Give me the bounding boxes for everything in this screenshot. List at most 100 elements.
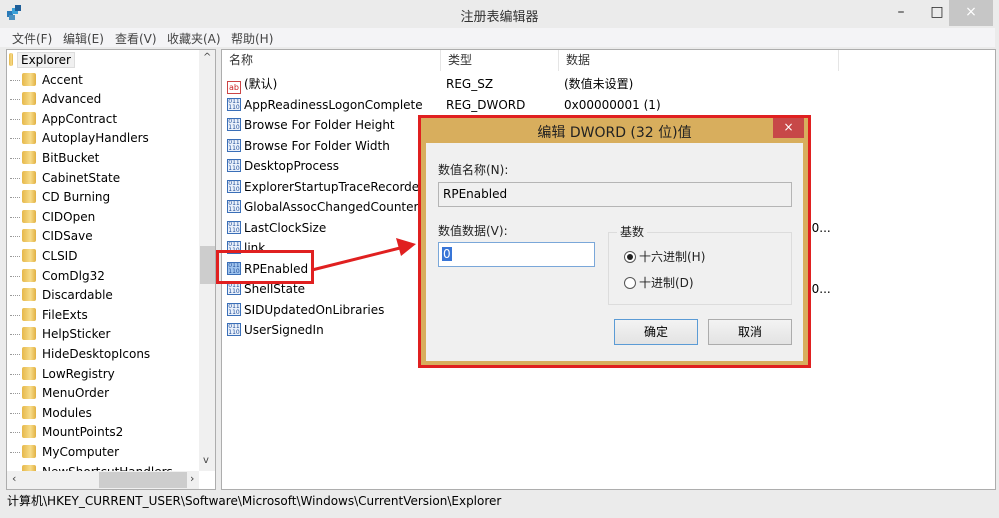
- tree-item-label: CD Burning: [42, 190, 111, 205]
- folder-icon: [22, 190, 36, 204]
- tree-item[interactable]: LowRegistry: [7, 365, 115, 384]
- dialog-close-button[interactable]: ×: [773, 118, 804, 138]
- scroll-down-icon[interactable]: v: [203, 455, 209, 466]
- tree-item[interactable]: ComDlg32: [7, 267, 105, 286]
- key-tree[interactable]: Explorer Accent Advanced AppContract Autopla…: [6, 49, 216, 490]
- tree-item-label: Advanced: [42, 92, 102, 107]
- tree-item[interactable]: CIDOpen: [7, 208, 95, 227]
- tree-item[interactable]: Discardable: [7, 286, 113, 305]
- scroll-left-icon[interactable]: ‹: [12, 472, 16, 485]
- binary-value-icon: 011 110: [227, 138, 241, 152]
- menu-view[interactable]: 查看(V): [115, 30, 157, 47]
- tree-connector: [10, 138, 20, 140]
- scroll-up-icon[interactable]: ^: [203, 52, 211, 63]
- tree-item[interactable]: HelpSticker: [7, 325, 110, 344]
- cancel-button[interactable]: 取消: [708, 319, 792, 345]
- dialog-title: 编辑 DWORD (32 位)值: [537, 125, 692, 141]
- value-row[interactable]: 011 110 AppReadinessLogonComplete: [227, 95, 423, 115]
- value-row[interactable]: 011 110 LastClockSize: [227, 218, 326, 238]
- edit-dword-dialog: 编辑 DWORD (32 位)值 × 数值名称(N): RPEnabled 数值…: [418, 115, 811, 368]
- menu-help[interactable]: 帮助(H): [231, 30, 273, 47]
- tree-horizontal-scrollbar[interactable]: ‹ ›: [7, 471, 199, 489]
- tree-vertical-scrollbar[interactable]: ^ v: [199, 50, 215, 471]
- dialog-body: 数值名称(N): RPEnabled 数值数据(V): 0 基数 十六进制(H)…: [426, 143, 803, 361]
- tree-item[interactable]: FileExts: [7, 306, 88, 325]
- column-header-name[interactable]: 名称: [222, 50, 441, 71]
- value-row[interactable]: 011 110 Browse For Folder Height: [227, 115, 395, 135]
- value-row[interactable]: 011 110 DesktopProcess: [227, 156, 339, 176]
- radio-hexadecimal[interactable]: 十六进制(H): [624, 248, 705, 265]
- radix-group: [608, 232, 792, 305]
- scroll-right-icon[interactable]: ›: [190, 472, 194, 485]
- menu-file[interactable]: 文件(F): [12, 30, 52, 47]
- folder-icon: [22, 170, 36, 184]
- value-data: (数值未设置): [564, 77, 634, 91]
- tree-item-label: Explorer: [17, 52, 75, 68]
- radio-decimal[interactable]: 十进制(D): [624, 274, 694, 291]
- tree-item[interactable]: AppContract: [7, 110, 117, 129]
- tree-item[interactable]: CD Burning: [7, 188, 110, 207]
- value-row[interactable]: ab (默认): [227, 74, 277, 94]
- tree-connector: [10, 236, 20, 238]
- value-data: 0x00000001 (1): [564, 97, 661, 112]
- folder-icon: [22, 386, 36, 400]
- tree-item[interactable]: Accent: [7, 71, 83, 90]
- tree-item[interactable]: Explorer: [9, 51, 75, 70]
- title-bar: 注册表编辑器 – □ ×: [0, 0, 999, 28]
- tree-item[interactable]: MountPoints2: [7, 423, 123, 442]
- radio-hex-label: 十六进制(H): [639, 250, 706, 264]
- ok-button[interactable]: 确定: [614, 319, 698, 345]
- radix-label: 基数: [617, 223, 648, 240]
- folder-icon: [22, 288, 36, 302]
- close-button[interactable]: ×: [949, 0, 993, 26]
- tree-item-label: CIDOpen: [42, 209, 96, 224]
- value-row[interactable]: 011 110 UserSignedIn: [227, 320, 324, 340]
- tree-connector: [10, 314, 20, 316]
- tree-item[interactable]: HideDesktopIcons: [7, 345, 150, 364]
- value-name: DesktopProcess: [244, 159, 340, 173]
- value-name: AppReadinessLogonComplete: [244, 97, 423, 112]
- scroll-thumb[interactable]: [200, 246, 215, 284]
- tree-item[interactable]: CabinetState: [7, 169, 120, 188]
- tree-item[interactable]: AutoplayHandlers: [7, 129, 149, 148]
- tree-connector: [10, 432, 20, 434]
- annotation-highlight-box: [216, 250, 314, 284]
- binary-value-icon: 011 110: [227, 302, 241, 316]
- tree-item-label: LowRegistry: [42, 366, 115, 381]
- tree-item[interactable]: CLSID: [7, 247, 77, 266]
- value-data-input[interactable]: 0: [438, 242, 595, 267]
- tree-connector: [10, 158, 20, 159]
- value-type: REG_DWORD: [446, 97, 526, 112]
- binary-value-icon: 011 110: [227, 97, 241, 111]
- folder-icon: [22, 92, 36, 106]
- value-row[interactable]: 011 110 ExplorerStartupTraceRecorded: [227, 177, 427, 197]
- folder-icon: [22, 151, 36, 164]
- value-name: Browse For Folder Height: [244, 118, 395, 132]
- folder-icon: [22, 72, 36, 86]
- value-name: SIDUpdatedOnLibraries: [244, 302, 385, 317]
- tree-item[interactable]: CIDSave: [7, 227, 93, 246]
- tree-connector: [10, 197, 20, 199]
- value-name-label: 数值名称(N):: [438, 163, 509, 177]
- value-row[interactable]: 011 110 SIDUpdatedOnLibraries: [227, 300, 384, 320]
- tree-item[interactable]: MyComputer: [7, 443, 119, 462]
- column-header-data[interactable]: 数据: [559, 50, 839, 71]
- tree-item-label: HelpSticker: [42, 327, 111, 342]
- tree-item[interactable]: BitBucket: [7, 149, 99, 168]
- binary-value-icon: 011 110: [227, 200, 241, 213]
- value-row[interactable]: 011 110 GlobalAssocChangedCounter: [227, 197, 418, 217]
- value-row[interactable]: 011 110 Browse For Folder Width: [227, 136, 390, 156]
- folder-icon: [22, 445, 36, 458]
- tree-item[interactable]: MenuOrder: [7, 384, 109, 403]
- tree-item[interactable]: Advanced: [7, 90, 101, 109]
- scroll-thumb[interactable]: [99, 472, 187, 488]
- menu-edit[interactable]: 编辑(E): [63, 30, 104, 47]
- tree-connector: [10, 393, 20, 395]
- tree-item-label: Discardable: [42, 288, 113, 303]
- column-header-type[interactable]: 类型: [441, 50, 559, 71]
- value-name: ShellState: [244, 282, 306, 296]
- binary-value-icon: 011 110: [227, 179, 241, 193]
- tree-item[interactable]: Modules: [7, 404, 92, 423]
- menu-favorites[interactable]: 收藏夹(A): [167, 30, 221, 47]
- binary-value-icon: 011 110: [227, 323, 241, 336]
